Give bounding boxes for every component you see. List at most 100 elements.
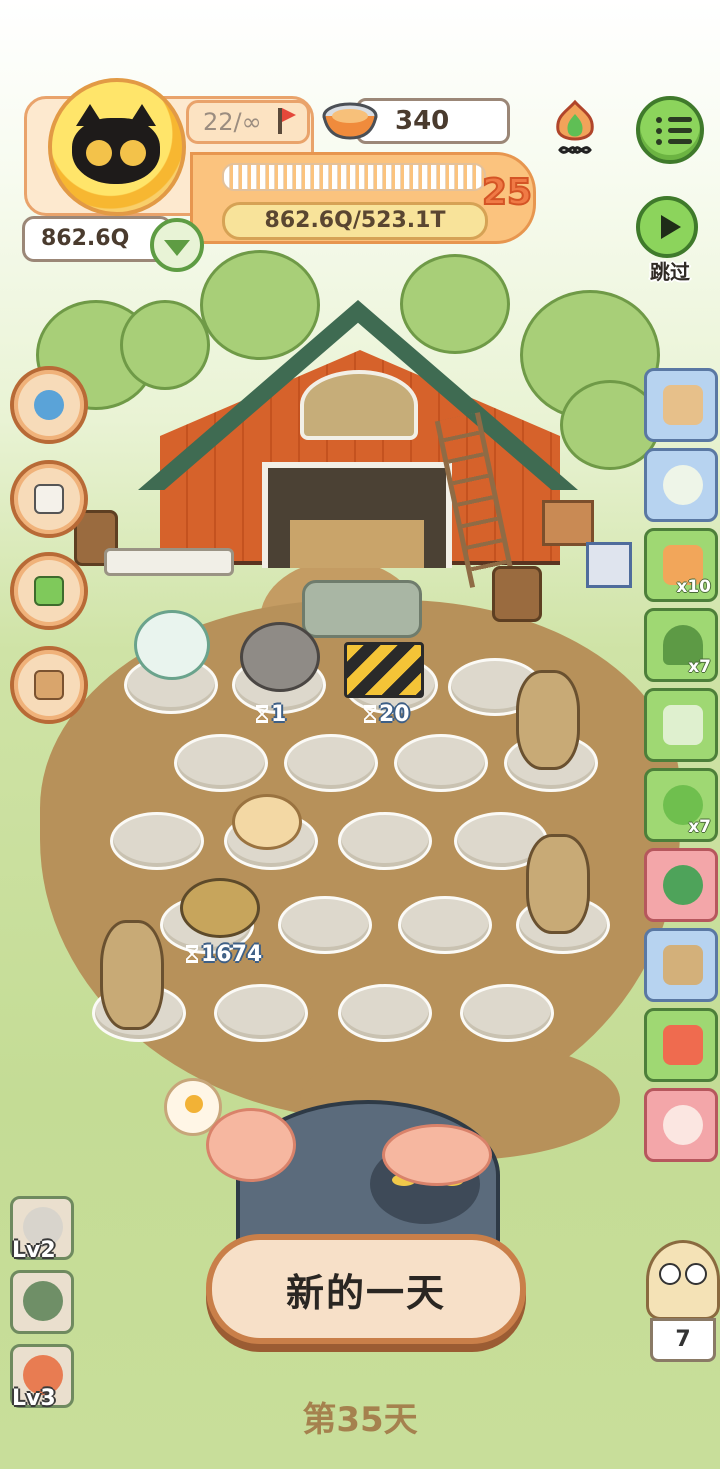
menu-icon [656,117,662,123]
hourglass-icon [364,705,376,723]
field-hole[interactable] [394,734,488,792]
menu-icon [668,117,692,122]
owl-count: 7 [650,1318,716,1362]
timer-value: 1 [271,702,287,727]
skip-label[interactable]: 跳过 [640,256,700,285]
timer-value: 1674 [201,942,263,967]
infinity-fire-icon[interactable] [548,98,602,160]
exp-bar: 862.6Q/523.1T [222,202,488,240]
timer-label: 1674 [186,942,262,967]
hourglass-icon [186,945,198,963]
picnic-basket [586,542,632,588]
menu-icon [668,128,692,133]
leaf-icon [663,465,703,505]
item-slot[interactable] [644,1088,718,1162]
tool-button-brush[interactable] [10,460,88,538]
item-count: x7 [688,657,711,677]
tool-button-box[interactable] [10,646,88,724]
tool-button-bell[interactable] [10,366,88,444]
heart-gift-icon [663,1105,703,1145]
barrel [492,566,542,622]
owl-eye [659,1263,681,1285]
bush-icon [663,865,703,905]
monster-hair [382,1124,492,1186]
sloth-creature[interactable] [240,622,320,692]
roadblock[interactable] [344,642,424,698]
medkit-icon [34,576,64,606]
hourglass-icon [256,705,268,723]
item-slot[interactable] [644,1008,718,1082]
field-hole[interactable] [398,896,492,954]
player-level: 25 [481,171,533,214]
item-slot[interactable]: x7 [644,768,718,842]
timer-label: 20 [364,702,410,727]
chest-icon [663,385,703,425]
character-level: Lv2 [12,1238,56,1263]
stone-steps [302,580,422,638]
character-level: Lv3 [12,1386,56,1411]
exp-ticks [222,163,486,191]
play-icon [661,215,681,239]
heart-icon [164,240,190,256]
field-hole[interactable] [460,984,554,1042]
item-slot[interactable] [644,688,718,762]
field-hole[interactable] [338,812,432,870]
millipede-creature[interactable] [516,670,580,770]
menu-icon [656,139,662,145]
owl-icon[interactable] [646,1240,720,1320]
field-hole[interactable] [214,984,308,1042]
barn-hay [290,520,424,568]
field-hole[interactable] [110,812,204,870]
menu-icon [668,139,692,144]
skip-button[interactable] [636,196,698,258]
cancel-ticket-icon [663,1025,703,1065]
deer-creature[interactable] [134,610,210,680]
tree [200,250,320,360]
heart-button[interactable] [150,218,204,272]
item-slot[interactable] [644,448,718,522]
bell-icon [34,390,64,420]
day-counter: 第35天 [302,1400,418,1440]
millipede-creature[interactable] [526,834,590,934]
field-hole[interactable] [284,734,378,792]
tree [120,300,210,390]
beetle-creature[interactable] [180,878,260,938]
new-day-label: 新的一天 [285,1270,446,1315]
field-hole[interactable] [174,734,268,792]
item-slot[interactable] [644,848,718,922]
monster-hair [206,1108,296,1182]
food-bowl-icon [322,102,378,140]
brush-icon [34,484,64,514]
hamster-creature[interactable] [232,794,302,850]
side-character-slot[interactable] [10,1270,74,1334]
field-hole[interactable] [338,984,432,1042]
field-hole[interactable] [278,896,372,954]
black-cat-icon [72,104,160,184]
level-counter: 22/∞ [186,100,310,144]
millipede-creature[interactable] [100,920,164,1030]
item-slot[interactable]: x10 [644,528,718,602]
cat-ear [128,104,156,126]
apple-crate [542,500,594,546]
paw-eye-icon [120,140,146,166]
paw-eye-icon [86,140,112,166]
item-count: x7 [688,817,711,837]
item-slot[interactable]: x7 [644,608,718,682]
item-slot[interactable] [644,368,718,442]
new-day-button[interactable]: 新的一天 [206,1234,526,1344]
barn-window [300,370,418,440]
timer-label: 1 [256,702,286,727]
menu-icon [656,128,662,134]
box-icon [34,670,64,700]
item-slot[interactable] [644,928,718,1002]
owl-eye [685,1263,707,1285]
flag-icon [278,108,296,134]
timer-value: 20 [379,702,410,727]
tree [400,254,510,354]
item-count: x10 [676,577,711,597]
menu-button[interactable] [636,96,704,164]
character-portrait [23,1281,63,1321]
cat-ear [76,104,104,126]
hut-icon [663,945,703,985]
tool-button-medkit[interactable] [10,552,88,630]
